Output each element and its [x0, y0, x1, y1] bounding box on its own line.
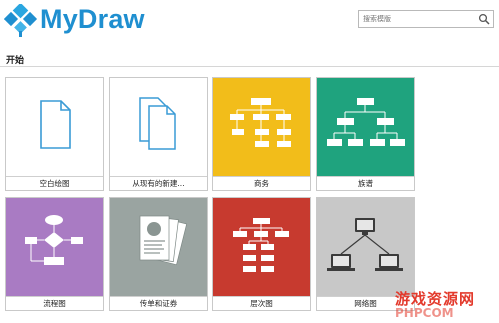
- tile-label: 从现有的新建...: [110, 176, 207, 190]
- search-box[interactable]: [358, 10, 494, 28]
- tile-thumbnail: [6, 198, 103, 296]
- tile-thumbnail: [317, 78, 414, 176]
- app-header: MyDraw: [0, 0, 499, 42]
- family-tree-icon: [327, 98, 405, 146]
- flyer-icon: [139, 215, 188, 266]
- copy-documents-icon: [139, 97, 176, 150]
- template-tile-family-tree[interactable]: 族谱: [316, 77, 415, 191]
- network-icon: [327, 218, 403, 271]
- flowchart-icon: [25, 215, 83, 265]
- blank-document-icon: [40, 100, 71, 149]
- tile-thumbnail: [213, 198, 310, 296]
- tile-label: 族谱: [317, 176, 414, 190]
- org-chart-icon: [230, 98, 291, 147]
- tile-thumbnail: [213, 78, 310, 176]
- template-tile-business[interactable]: 商务: [212, 77, 311, 191]
- app-logo-text: MyDraw: [40, 4, 145, 34]
- tile-thumbnail: [317, 198, 414, 296]
- tile-label: 传单和证券: [110, 296, 207, 310]
- template-tile-existing[interactable]: 从现有的新建...: [109, 77, 208, 191]
- watermark-url: PHPCOM: [395, 306, 454, 320]
- hierarchy-icon: [233, 218, 289, 272]
- tile-label: 流程图: [6, 296, 103, 310]
- tile-thumbnail: [110, 78, 207, 176]
- search-input[interactable]: [363, 12, 475, 26]
- tile-label: 商务: [213, 176, 310, 190]
- template-tile-flyer[interactable]: 传单和证券: [109, 197, 208, 311]
- section-title: 开始: [6, 56, 25, 66]
- watermark: 游戏资源网 PHPCOM: [393, 288, 499, 323]
- tile-thumbnail: [110, 198, 207, 296]
- template-tile-hierarchy[interactable]: 层次图: [212, 197, 311, 311]
- template-tile-flowchart[interactable]: 流程图: [5, 197, 104, 311]
- tile-label: 空白绘图: [6, 176, 103, 190]
- search-icon[interactable]: [478, 13, 490, 25]
- tile-thumbnail: [6, 78, 103, 176]
- mydraw-logo-icon: [4, 4, 38, 37]
- section-divider: [0, 66, 499, 67]
- tile-label: 层次图: [213, 296, 310, 310]
- template-tile-blank[interactable]: 空白绘图: [5, 77, 104, 191]
